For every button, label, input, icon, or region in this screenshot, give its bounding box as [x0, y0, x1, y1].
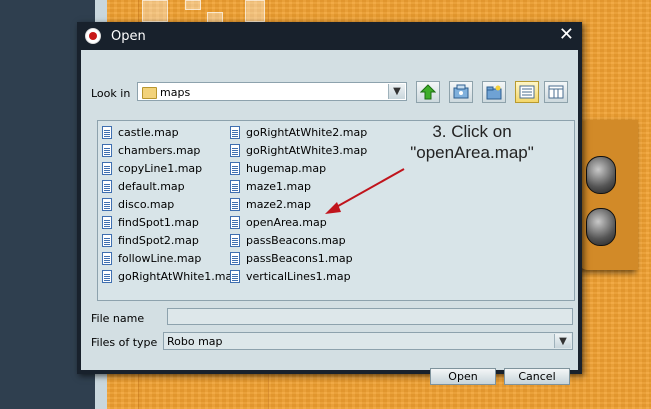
background-tile	[142, 0, 168, 22]
file-item[interactable]: hugemap.map	[230, 160, 326, 176]
file-icon	[230, 161, 240, 175]
files-of-type-label: Files of type	[91, 336, 158, 349]
list-view-icon	[519, 85, 535, 99]
annotation-line-2: "openArea.map"	[410, 143, 534, 162]
file-item[interactable]: followLine.map	[102, 250, 201, 266]
files-of-type-value: Robo map	[167, 335, 223, 348]
files-of-type-select[interactable]: Robo map ▼	[163, 332, 573, 350]
up-folder-button[interactable]	[416, 81, 440, 103]
file-icon	[230, 251, 240, 265]
file-icon	[230, 215, 240, 229]
annotation-line-1: 3. Click on	[432, 122, 512, 141]
background-tile	[245, 0, 265, 22]
file-item[interactable]: copyLine1.map	[102, 160, 202, 176]
file-icon	[102, 179, 112, 193]
file-item-openarea[interactable]: openArea.map	[230, 214, 327, 230]
file-icon	[230, 197, 240, 211]
up-folder-icon	[420, 84, 436, 100]
look-in-label: Look in	[91, 87, 131, 100]
robot-wheel	[586, 156, 616, 194]
robot-wheel	[586, 208, 616, 246]
file-item[interactable]: verticalLines1.map	[230, 268, 351, 284]
list-view-button[interactable]	[515, 81, 539, 103]
look-in-select[interactable]: maps ▼	[137, 82, 407, 101]
file-icon	[102, 125, 112, 139]
file-item[interactable]: findSpot1.map	[102, 214, 199, 230]
look-in-value: maps	[160, 86, 191, 99]
chevron-down-icon[interactable]: ▼	[554, 334, 571, 348]
file-item[interactable]: chambers.map	[102, 142, 200, 158]
open-dialog: Open ✕ Look in maps ▼ castle.map chamber…	[77, 22, 582, 385]
file-item[interactable]: goRightAtWhite1.map	[102, 268, 239, 284]
file-name-label: File name	[91, 312, 145, 325]
file-icon	[102, 269, 112, 283]
details-view-button[interactable]	[544, 81, 568, 103]
close-icon[interactable]: ✕	[559, 25, 574, 45]
file-item[interactable]: goRightAtWhite2.map	[230, 124, 367, 140]
cancel-button[interactable]: Cancel	[504, 368, 570, 385]
file-item[interactable]: maze1.map	[230, 178, 311, 194]
file-name-input[interactable]	[167, 308, 573, 325]
file-item[interactable]: default.map	[102, 178, 185, 194]
file-item[interactable]: findSpot2.map	[102, 232, 199, 248]
dialog-body: Look in maps ▼ castle.map chambers.map c…	[81, 50, 578, 385]
file-icon	[102, 161, 112, 175]
dialog-titlebar[interactable]: Open ✕	[77, 22, 582, 50]
chevron-down-icon[interactable]: ▼	[388, 84, 405, 99]
file-icon	[102, 215, 112, 229]
new-folder-button[interactable]	[482, 81, 506, 103]
file-icon	[230, 143, 240, 157]
desktop-button[interactable]	[449, 81, 473, 103]
file-icon	[102, 197, 112, 211]
file-item[interactable]: castle.map	[102, 124, 179, 140]
folder-icon	[142, 87, 157, 99]
tutorial-annotation: 3. Click on "openArea.map"	[377, 121, 567, 163]
file-item[interactable]: passBeacons.map	[230, 232, 346, 248]
desktop-icon	[453, 84, 469, 99]
details-view-icon	[548, 85, 564, 99]
file-icon	[102, 233, 112, 247]
file-item[interactable]: passBeacons1.map	[230, 250, 353, 266]
file-item[interactable]: maze2.map	[230, 196, 311, 212]
file-icon	[230, 269, 240, 283]
file-icon	[230, 179, 240, 193]
dialog-title: Open	[111, 29, 146, 44]
open-button[interactable]: Open	[430, 368, 496, 385]
file-icon	[102, 251, 112, 265]
file-icon	[230, 125, 240, 139]
file-icon	[102, 143, 112, 157]
new-folder-icon	[486, 85, 502, 100]
file-icon	[230, 233, 240, 247]
background-tile	[185, 0, 201, 10]
file-item[interactable]: goRightAtWhite3.map	[230, 142, 367, 158]
robot-body	[578, 120, 638, 270]
file-item[interactable]: disco.map	[102, 196, 174, 212]
app-icon	[85, 28, 101, 44]
